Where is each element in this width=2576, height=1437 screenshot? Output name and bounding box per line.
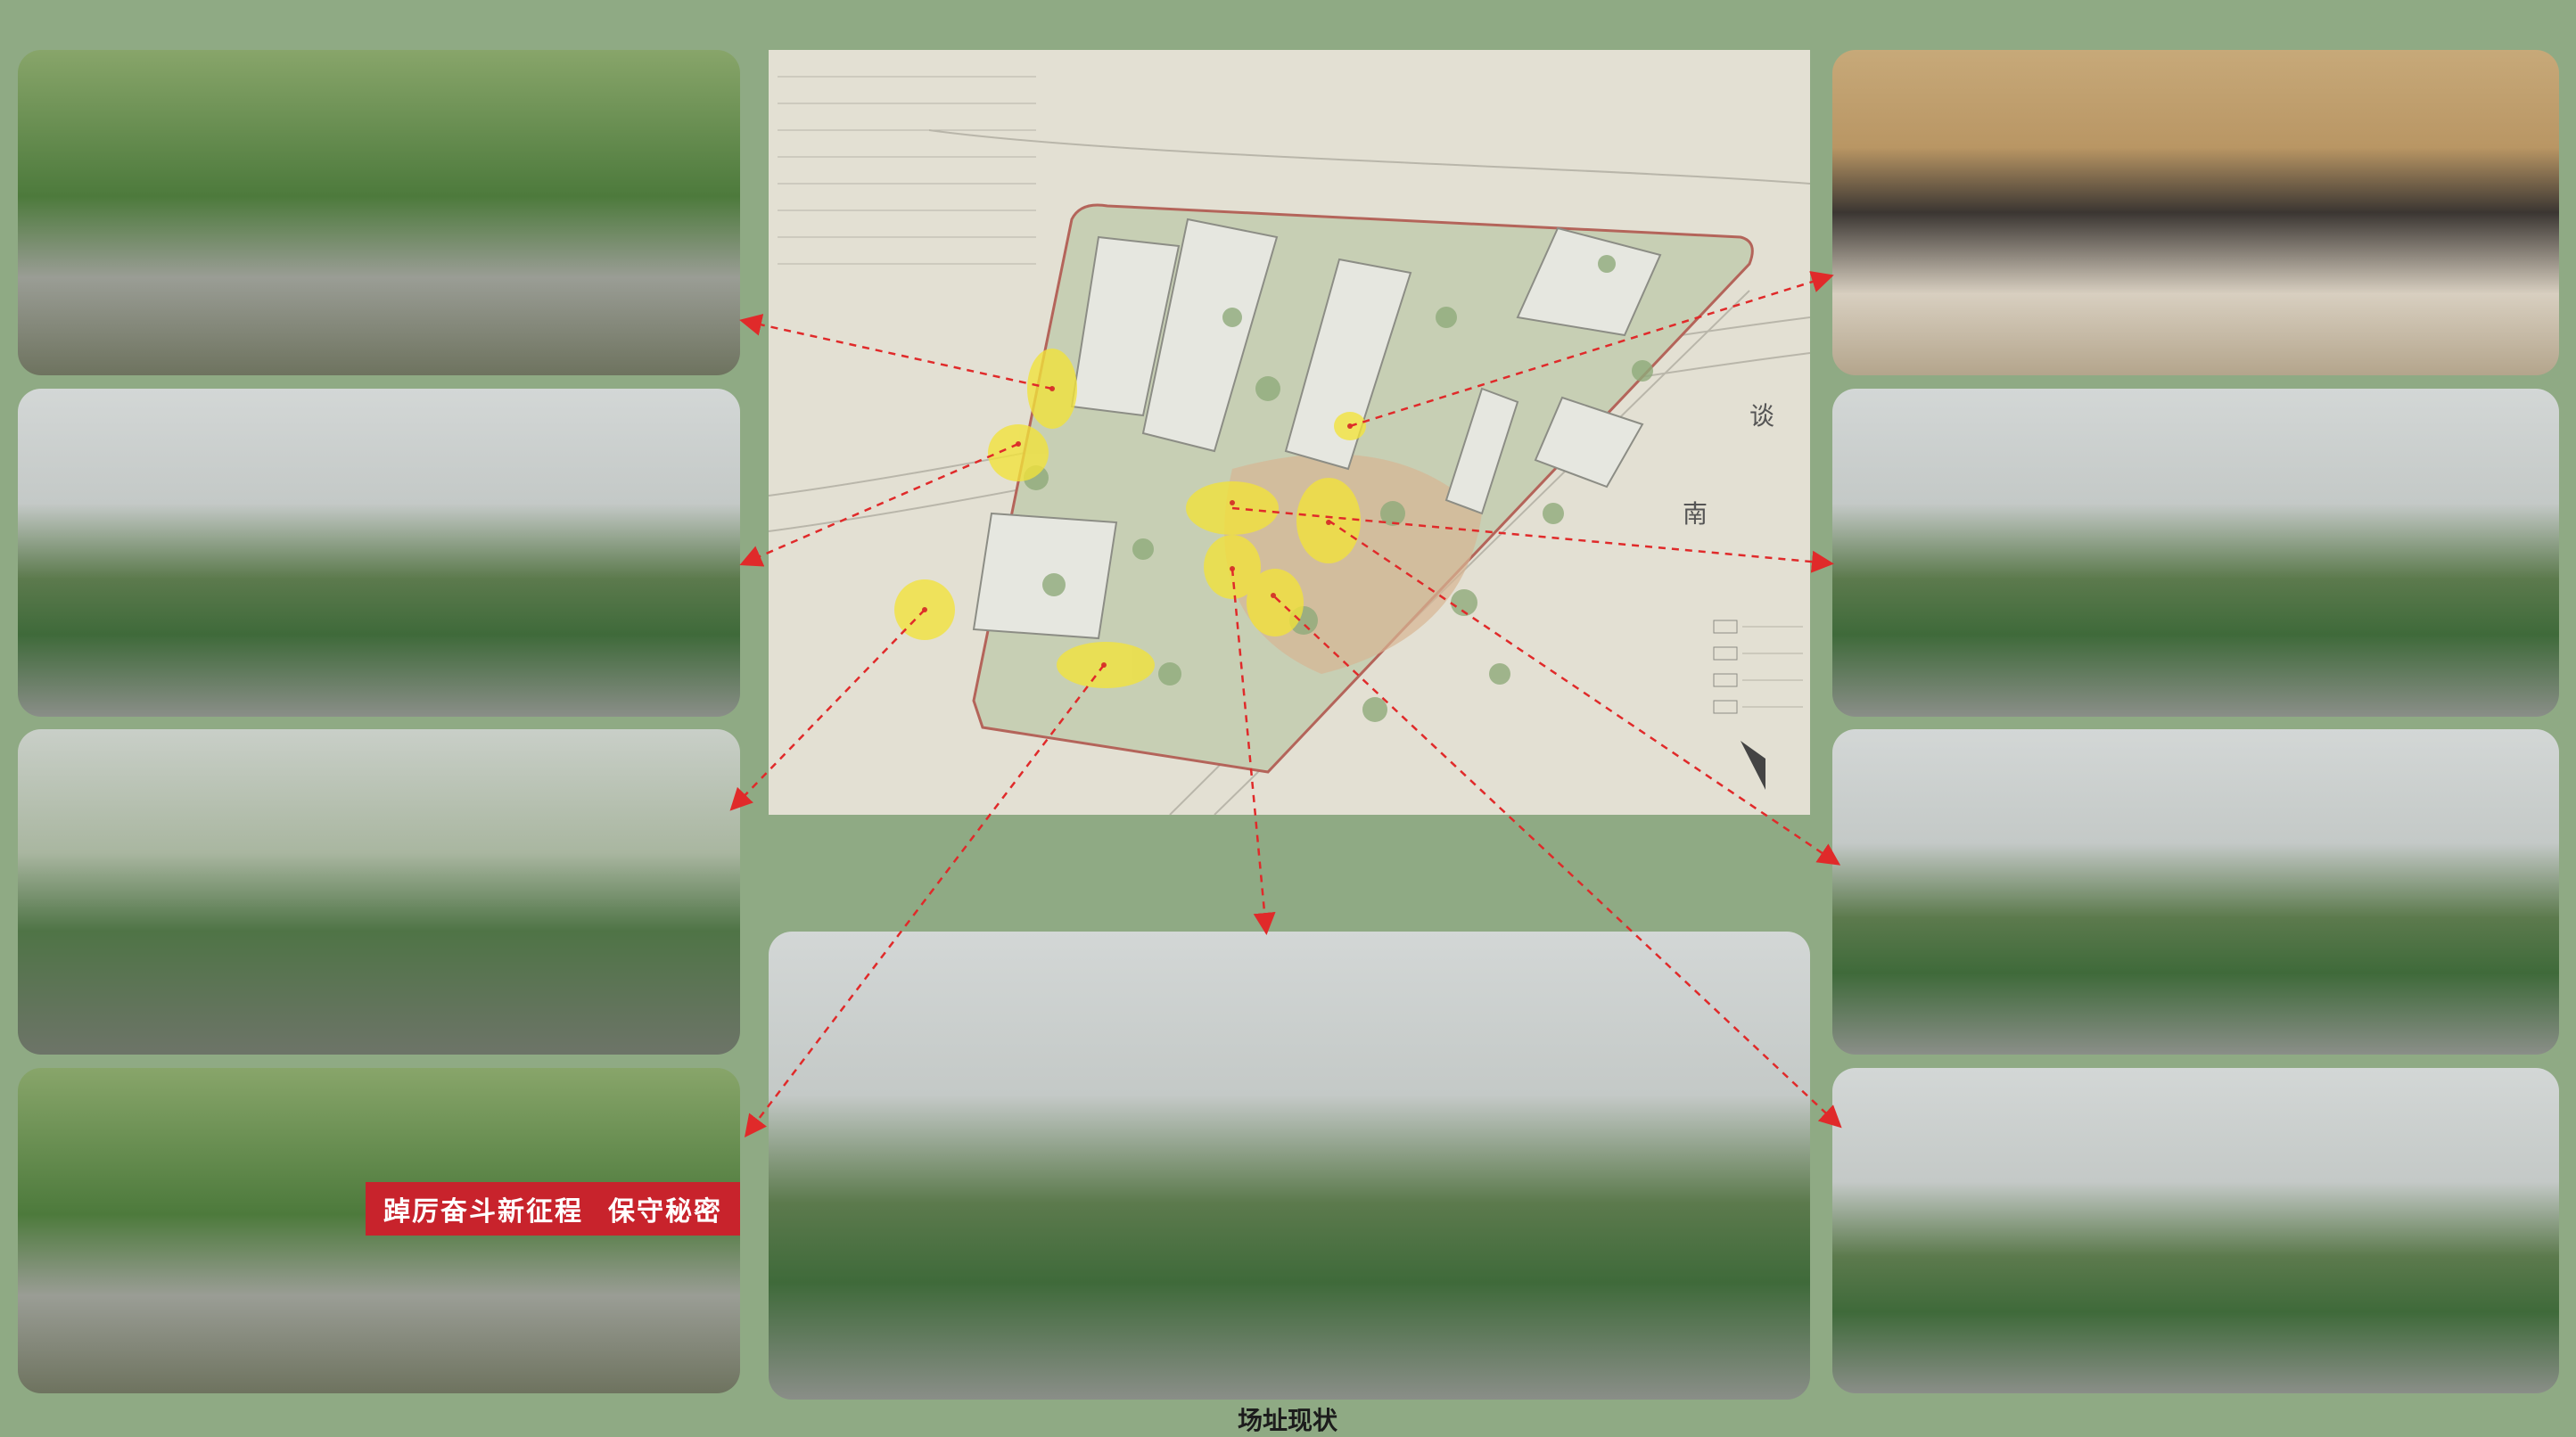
- building-6: [972, 512, 1118, 640]
- plan-label-b: 谈: [1749, 401, 1774, 431]
- site-plan: 南 谈: [769, 50, 1810, 815]
- photo-center-bottom: [769, 932, 1810, 1400]
- site-plan-drawing: 南 谈: [769, 76, 1810, 815]
- banner-text-1: 踔厉奋斗新征程: [383, 1196, 583, 1228]
- photo-right-3: [1832, 729, 2559, 1055]
- spot-2: [988, 424, 1049, 481]
- page-caption: 场址现状: [1237, 1406, 1337, 1435]
- photo-left-2: [18, 389, 740, 717]
- photo-right-4: [1832, 1068, 2559, 1393]
- photo-left-3: [18, 729, 740, 1055]
- spot-8: [1247, 569, 1304, 636]
- plan-label-a: 南: [1683, 499, 1708, 529]
- banner-text-2: 保守秘密: [608, 1196, 722, 1228]
- spot-5: [1186, 481, 1279, 535]
- photo-right-2: [1832, 389, 2559, 717]
- photo-right-1: [1832, 50, 2559, 375]
- photo-left-1: [18, 50, 740, 375]
- north-arrow: [1741, 741, 1765, 790]
- photo-left-4: 踔厉奋斗新征程 保守秘密: [18, 1068, 740, 1393]
- slogan-banner: 踔厉奋斗新征程 保守秘密: [366, 1182, 740, 1236]
